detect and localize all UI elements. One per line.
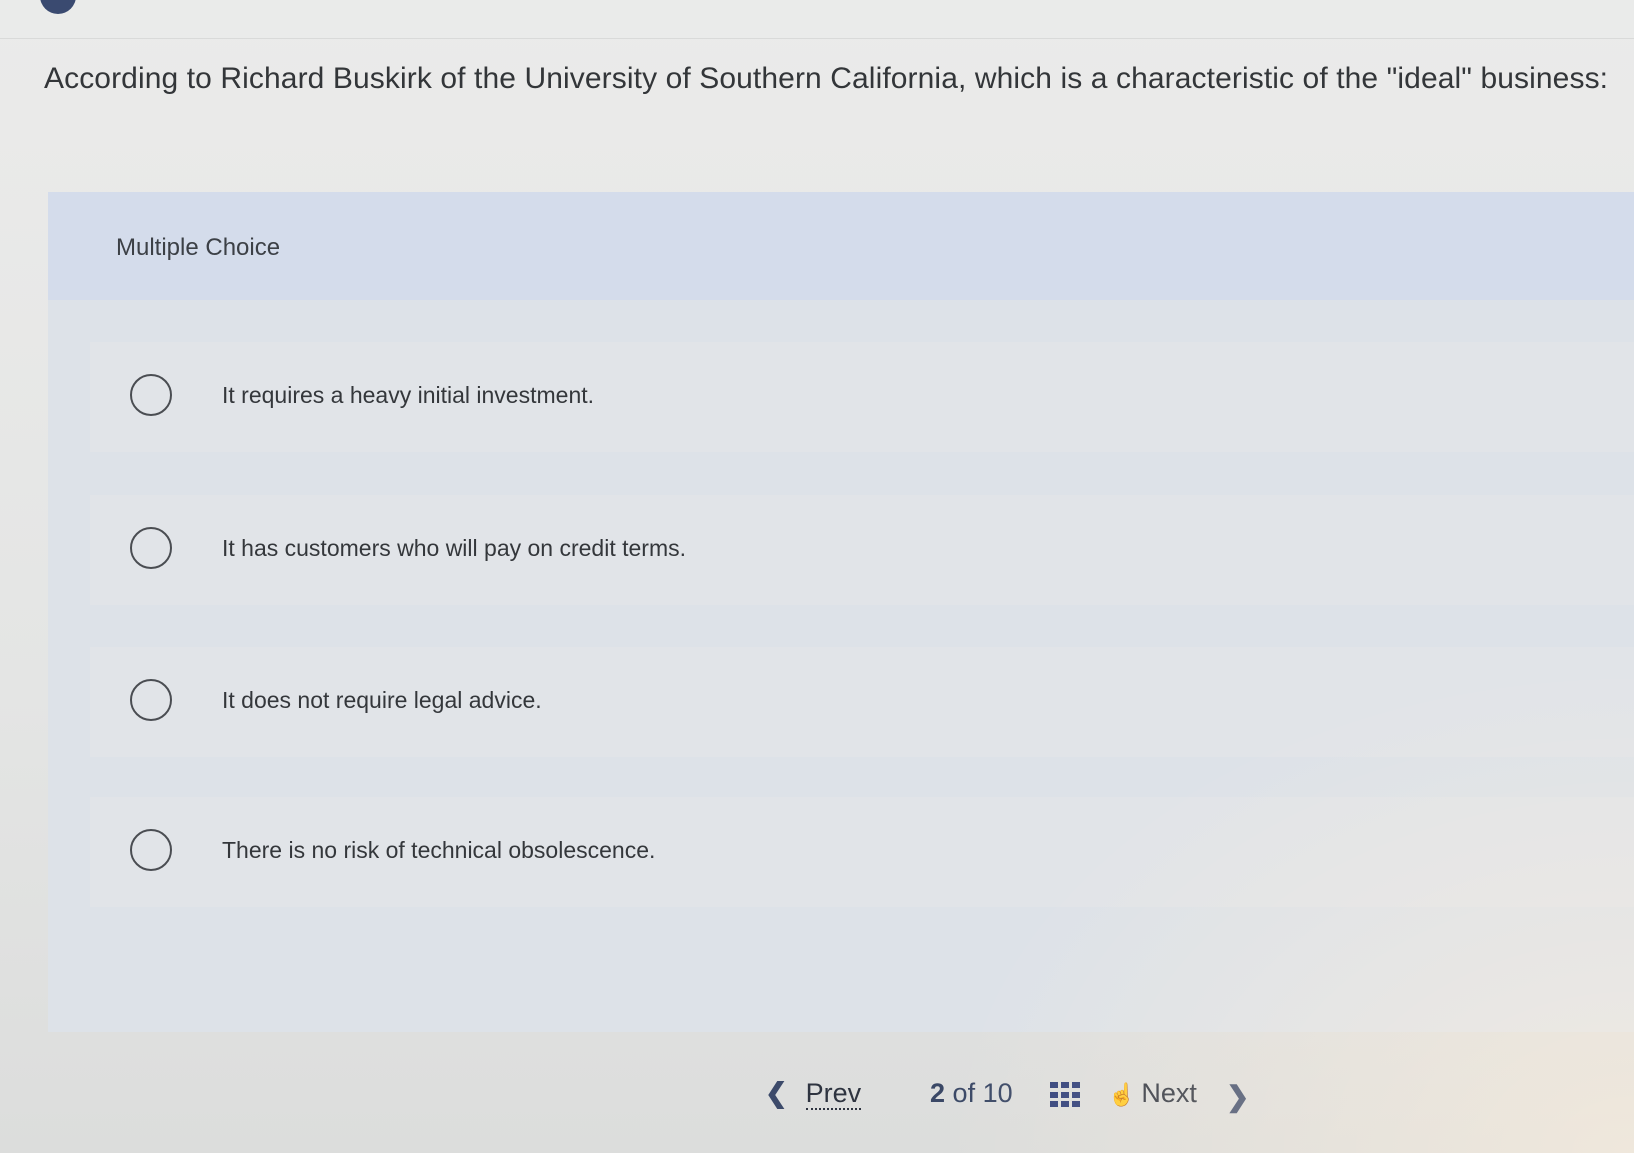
radio-button[interactable] — [130, 527, 172, 569]
multiple-choice-panel: Multiple Choice It requires a heavy init… — [48, 192, 1634, 1032]
radio-button[interactable] — [130, 374, 172, 416]
answer-option-text: It has customers who will pay on credit … — [222, 535, 686, 561]
top-bar — [0, 0, 1634, 39]
answer-option-text: It requires a heavy initial investment. — [222, 382, 595, 408]
chevron-left-icon: ❮ — [765, 1078, 788, 1108]
current-question-number: 2 — [930, 1078, 946, 1108]
answer-option-2[interactable]: It has customers who will pay on credit … — [90, 495, 1634, 605]
answer-option-3[interactable]: It does not require legal advice. — [90, 647, 1634, 757]
question-prompt: According to Richard Buskirk of the Univ… — [44, 62, 1609, 95]
radio-button[interactable] — [130, 829, 172, 871]
answer-option-1[interactable]: It requires a heavy initial investment. — [90, 342, 1634, 452]
prev-label: Prev — [805, 1078, 862, 1110]
next-label: Next — [1141, 1078, 1197, 1108]
counter-of-label: of — [952, 1078, 976, 1108]
multiple-choice-label: Multiple Choice — [116, 234, 281, 261]
top-indicator-icon — [40, 0, 76, 14]
question-grid-icon[interactable] — [1050, 1082, 1080, 1108]
multiple-choice-header: Multiple Choice — [48, 192, 1634, 300]
chevron-right-icon[interactable]: ❯ — [1226, 1080, 1249, 1113]
radio-button[interactable] — [130, 679, 172, 721]
answer-option-text: It does not require legal advice. — [222, 687, 542, 713]
total-questions: 10 — [982, 1078, 1013, 1108]
next-button[interactable]: ☝ Next — [1108, 1078, 1197, 1109]
answer-option-text: There is no risk of technical obsolescen… — [222, 837, 656, 863]
pointer-hand-icon: ☝ — [1108, 1082, 1136, 1107]
quiz-page: According to Richard Buskirk of the Univ… — [0, 0, 1634, 1153]
prev-button[interactable]: ❮ Prev — [765, 1078, 862, 1110]
answer-option-4[interactable]: There is no risk of technical obsolescen… — [90, 797, 1634, 907]
question-counter: 2 of 10 — [930, 1078, 1013, 1109]
